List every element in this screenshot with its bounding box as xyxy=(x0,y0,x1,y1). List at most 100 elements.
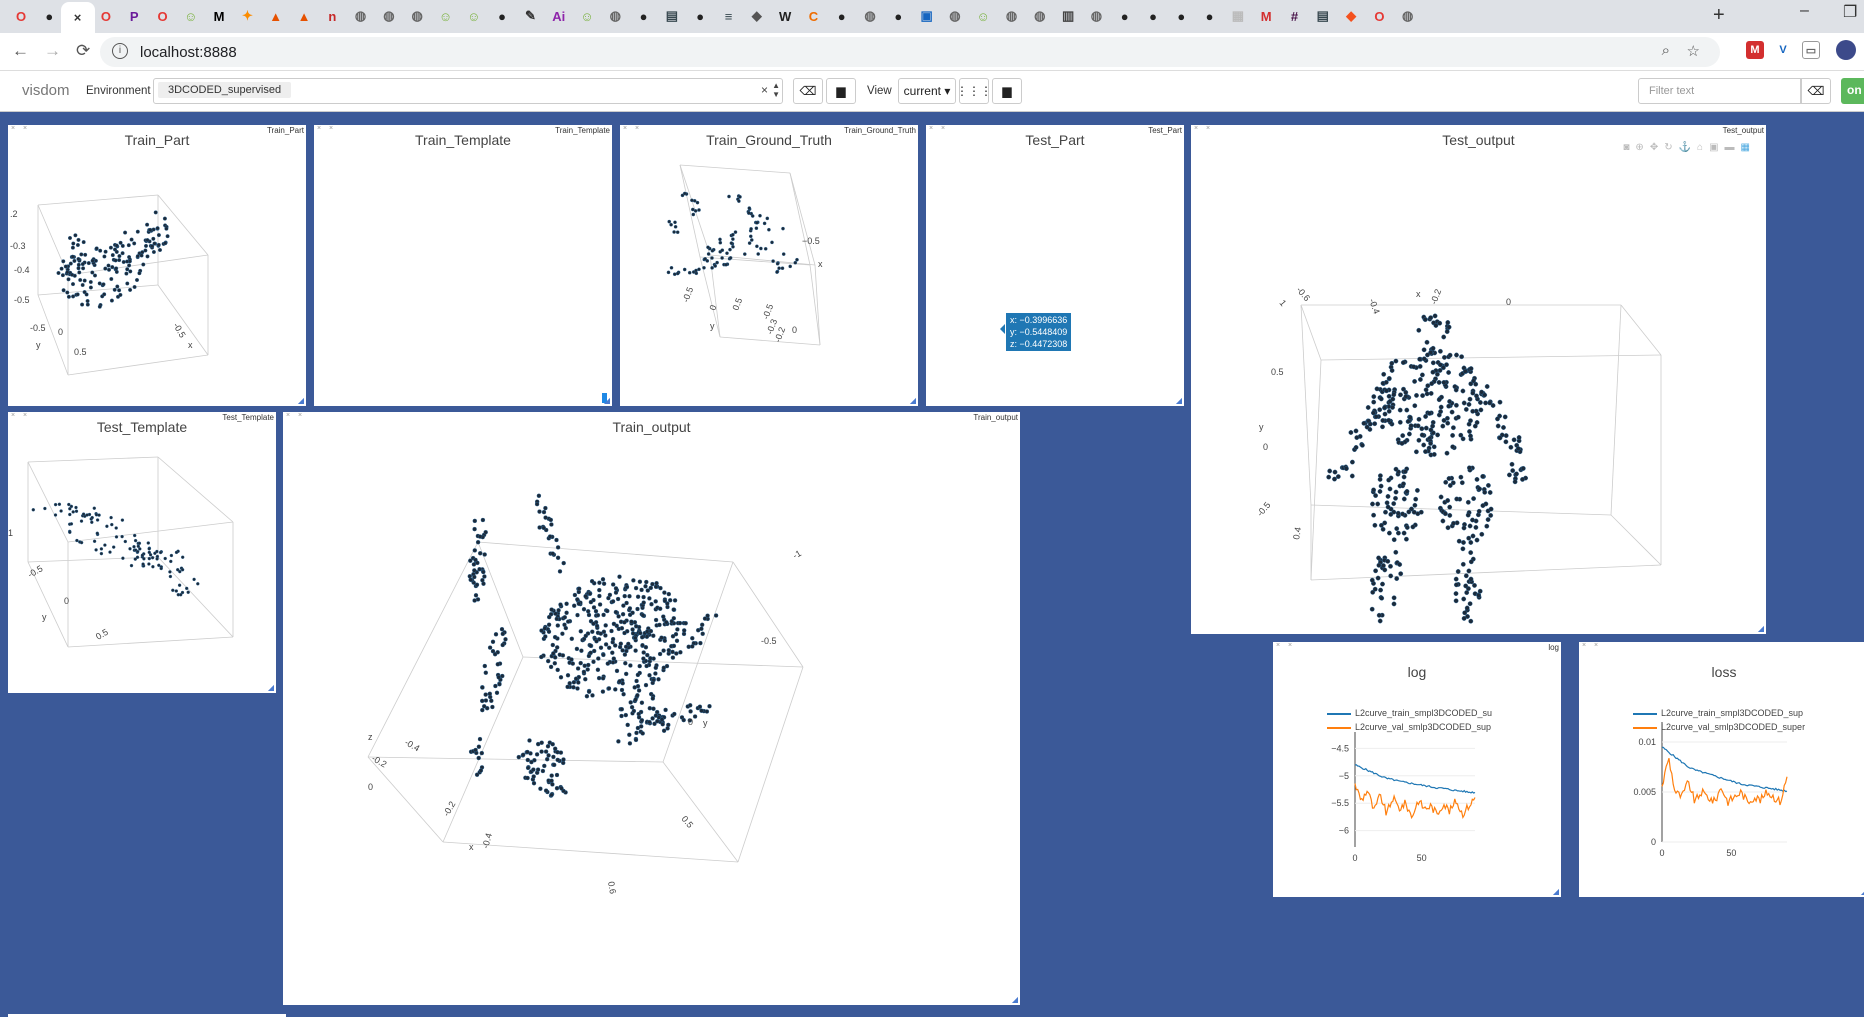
point-cloud-plot[interactable]: -0.6 -0.4 x -0.2 0 1 0.5 y 0 -0.5 0.4 xyxy=(1191,125,1766,634)
maximize-button[interactable]: ❐ xyxy=(1843,2,1857,22)
grid-layout-button[interactable]: ⋮⋮⋮ xyxy=(956,78,992,104)
c-icon[interactable]: C xyxy=(802,5,824,27)
gray-icon[interactable]: ▦ xyxy=(1227,5,1249,27)
visdom-brand[interactable]: visdom xyxy=(22,82,70,99)
github-icon[interactable]: ● xyxy=(491,5,513,27)
globe-icon[interactable]: ◍ xyxy=(1085,5,1107,27)
opera-icon[interactable]: O xyxy=(10,5,32,27)
medium-icon[interactable]: M xyxy=(208,5,230,27)
reload-button[interactable]: ⟳ xyxy=(76,41,90,61)
line-chart[interactable]: 0.01 0.005 00 50 xyxy=(1579,642,1864,897)
active-tab-close-icon[interactable]: × xyxy=(60,2,95,33)
opera-icon[interactable]: O xyxy=(1368,5,1390,27)
github-icon[interactable]: ● xyxy=(1142,5,1164,27)
stripe-icon[interactable]: ≡ xyxy=(718,5,740,27)
globe-icon[interactable]: ◍ xyxy=(1397,5,1419,27)
opera-icon[interactable]: O xyxy=(95,5,117,27)
pen-icon[interactable]: ✎ xyxy=(519,5,541,27)
globe-icon[interactable]: ◍ xyxy=(378,5,400,27)
minimize-button[interactable]: – xyxy=(1800,2,1809,20)
globe-icon[interactable]: ◍ xyxy=(1029,5,1051,27)
resize-handle-icon[interactable]: ◢ xyxy=(1553,887,1559,896)
environment-chip[interactable]: 3DCODED_supervised xyxy=(158,82,292,98)
pane-train-part[interactable]: × × Train_Part Train_Part .2 -0.3 -0.4 -0.5-… xyxy=(8,125,306,406)
smiley-icon[interactable]: ☺ xyxy=(435,5,457,27)
close-icon[interactable]: × × xyxy=(929,125,948,132)
github-icon[interactable]: ● xyxy=(689,5,711,27)
github-icon[interactable]: ● xyxy=(1114,5,1136,27)
new-tab-button[interactable]: + xyxy=(1713,4,1725,27)
layout-icon[interactable]: ▣ xyxy=(916,5,938,27)
extension-screen-icon[interactable]: ▭ xyxy=(1802,41,1820,59)
slack-icon[interactable]: # xyxy=(1284,5,1306,27)
clear-env-button[interactable]: ⌫ xyxy=(793,78,823,104)
resize-handle-icon[interactable]: ◢ xyxy=(1176,396,1182,405)
manage-env-button[interactable]: ▆ xyxy=(826,78,856,104)
pane-test-part[interactable]: × × Test_Part Test_Part x: −0.3996636 y: … xyxy=(926,125,1184,406)
view-select[interactable]: current ▾ xyxy=(898,78,956,104)
ai-icon[interactable]: Ai xyxy=(548,5,570,27)
point-cloud-plot[interactable]: −0.5x-0.50 0.5y-0.5-0.3-0.2 0 xyxy=(620,125,918,406)
extension-v-icon[interactable]: V xyxy=(1774,41,1792,59)
bookmark-star-icon[interactable]: ☆ xyxy=(1687,42,1700,60)
extension-red-icon[interactable]: M xyxy=(1746,41,1764,59)
resize-handle-icon[interactable]: ◢ xyxy=(298,396,304,405)
git-icon[interactable]: ◆ xyxy=(1340,5,1362,27)
wikipedia-icon[interactable]: W xyxy=(774,5,796,27)
runner-icon[interactable]: ✦ xyxy=(236,5,258,27)
point-cloud-plot[interactable]: .2-0.3-0.4-0.5-0.5 00.5y x-0.5 xyxy=(8,125,306,406)
line-chart[interactable]: −4.5 −5 −5.5 −6 0 50 xyxy=(1273,642,1561,897)
resize-handle-icon[interactable]: ◢ xyxy=(1758,624,1764,633)
opera-icon[interactable]: O xyxy=(152,5,174,27)
smiley-icon[interactable]: ☺ xyxy=(463,5,485,27)
info-icon[interactable]: i xyxy=(112,43,128,59)
smiley-icon[interactable]: ☺ xyxy=(180,5,202,27)
environment-select[interactable]: 3DCODED_supervised × ▲ ▼ xyxy=(153,78,783,104)
smiley-icon[interactable]: ☺ xyxy=(972,5,994,27)
doc-icon[interactable]: ▤ xyxy=(661,5,683,27)
close-icon[interactable]: × × xyxy=(317,125,336,132)
smiley-icon[interactable]: ☺ xyxy=(576,5,598,27)
forward-button[interactable]: → xyxy=(44,41,61,61)
globe-icon[interactable]: ◍ xyxy=(406,5,428,27)
pane-train-ground-truth[interactable]: × × Train_Ground_Truth Train_Ground_Truth… xyxy=(620,125,918,406)
matlab-icon[interactable]: ▲ xyxy=(293,5,315,27)
profile-avatar[interactable] xyxy=(1836,40,1856,60)
doc-icon[interactable]: ▤ xyxy=(1312,5,1334,27)
pane-train-output[interactable]: × × Train_output Train_output -1 -0.5 0 y z -0… xyxy=(283,412,1020,1005)
omnibox[interactable]: i localhost:8888 ⌕ ☆ xyxy=(100,37,1720,67)
environment-clear-icon[interactable]: × xyxy=(761,83,768,97)
point-cloud-plot[interactable]: -1-0.50 yz-0.4-0.20-0.2-0.4x0.50.6 xyxy=(283,412,1020,1005)
resize-handle-icon[interactable]: ◢ xyxy=(1012,995,1018,1004)
resize-handle-icon[interactable]: ◢ xyxy=(268,683,274,692)
github-icon[interactable]: ● xyxy=(831,5,853,27)
point-cloud-plot[interactable]: -0.5 0 y 0.5 1 xyxy=(8,412,276,693)
github-icon[interactable]: ● xyxy=(1199,5,1221,27)
gmail-icon[interactable]: M xyxy=(1255,5,1277,27)
globe-icon[interactable]: ◍ xyxy=(859,5,881,27)
github-icon[interactable]: ● xyxy=(633,5,655,27)
book-icon[interactable]: ▥ xyxy=(1057,5,1079,27)
github-icon[interactable]: ● xyxy=(1170,5,1192,27)
manage-views-button[interactable]: ▆ xyxy=(992,78,1022,104)
globe-icon[interactable]: ◍ xyxy=(1001,5,1023,27)
filter-input[interactable]: Filter text xyxy=(1638,78,1801,104)
github-icon[interactable]: ● xyxy=(887,5,909,27)
p-icon[interactable]: P xyxy=(123,5,145,27)
pane-loss[interactable]: × ×l loss L2curve_train_smpl3DCODED_sup … xyxy=(1579,642,1864,897)
zoom-icon[interactable]: ⌕ xyxy=(1662,42,1670,59)
github-icon[interactable]: ● xyxy=(38,5,60,27)
pane-log[interactable]: × × log log L2curve_train_smpl3DCODED_su … xyxy=(1273,642,1561,897)
resize-handle-icon[interactable]: ◢ xyxy=(910,396,916,405)
globe-icon[interactable]: ◍ xyxy=(944,5,966,27)
pane-test-output[interactable]: × × Test_output Test_output ◙⊕✥↻⚓⌂▣▬▦ -0.… xyxy=(1191,125,1766,634)
filter-clear-button[interactable]: ⌫ xyxy=(1801,78,1831,104)
resize-handle-icon[interactable]: ◢ xyxy=(604,396,610,405)
cube-icon[interactable]: ◆ xyxy=(746,5,768,27)
globe-icon[interactable]: ◍ xyxy=(604,5,626,27)
pane-test-template[interactable]: × × Test_Template Test_Template -0.5 0 y 0.5… xyxy=(8,412,276,693)
environment-arrows-icon[interactable]: ▲ ▼ xyxy=(772,81,780,99)
connection-status-button[interactable]: on xyxy=(1841,78,1864,104)
n-icon[interactable]: n xyxy=(321,5,343,27)
pane-train-template[interactable]: × × Train_Template Train_Template ◢ xyxy=(314,125,612,406)
